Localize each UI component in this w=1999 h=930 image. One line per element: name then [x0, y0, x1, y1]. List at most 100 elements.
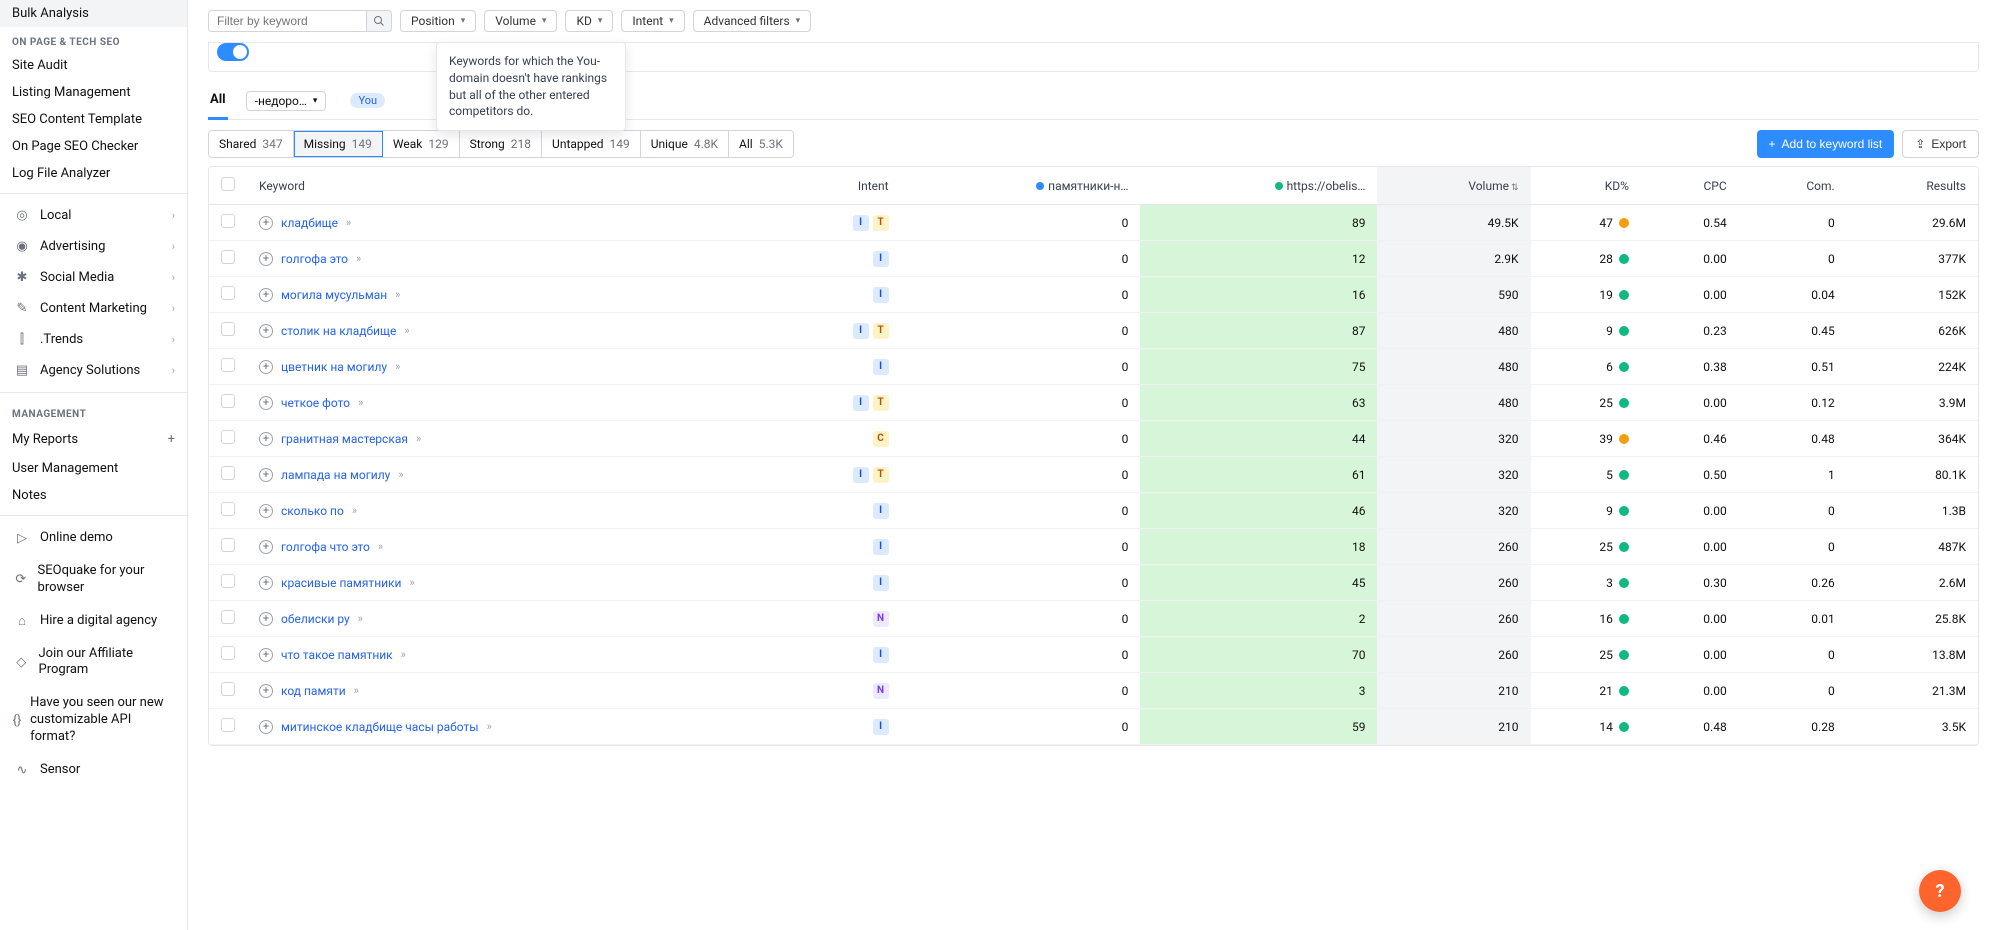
keyword-link[interactable]: столик на кладбище	[281, 324, 396, 338]
col-kd[interactable]: KD%	[1531, 167, 1641, 205]
row-checkbox[interactable]	[221, 682, 235, 696]
domain-selector[interactable]: -недоро… ▾	[246, 91, 327, 111]
sidebar-item-notes[interactable]: Notes	[0, 482, 187, 509]
sidebar-item-my-reports[interactable]: My Reports +	[0, 424, 187, 455]
sidebar-footer-item[interactable]: ∿Sensor	[0, 754, 187, 787]
expand-keyword-button[interactable]: +	[259, 684, 273, 698]
row-checkbox[interactable]	[221, 430, 235, 444]
sidebar-item-log-analyzer[interactable]: Log File Analyzer	[0, 160, 187, 187]
export-button[interactable]: ⇪ Export	[1902, 130, 1979, 158]
expand-keyword-button[interactable]: +	[259, 504, 273, 518]
sidebar-item-content-marketing[interactable]: ✎Content Marketing›	[0, 293, 187, 324]
row-checkbox[interactable]	[221, 394, 235, 408]
kd-value: 25	[1599, 648, 1613, 662]
filter-pill-intent[interactable]: Intent▾	[621, 10, 684, 32]
segment-strong[interactable]: Strong218	[460, 131, 542, 157]
sidebar-item-user-mgmt[interactable]: User Management	[0, 455, 187, 482]
row-checkbox[interactable]	[221, 358, 235, 372]
filter-pill-advanced-filters[interactable]: Advanced filters▾	[693, 10, 812, 32]
segment-missing[interactable]: Missing149	[294, 131, 383, 157]
expand-keyword-button[interactable]: +	[259, 576, 273, 590]
keyword-link[interactable]: красивые памятники	[281, 576, 401, 590]
row-checkbox[interactable]	[221, 718, 235, 732]
expand-keyword-button[interactable]: +	[259, 252, 273, 266]
sidebar-footer-item[interactable]: ◇Join our Affiliate Program	[0, 638, 187, 688]
expand-keyword-button[interactable]: +	[259, 540, 273, 554]
row-checkbox[interactable]	[221, 250, 235, 264]
sidebar-footer-item[interactable]: ⌂Hire a digital agency	[0, 605, 187, 638]
expand-keyword-button[interactable]: +	[259, 720, 273, 734]
expand-keyword-button[interactable]: +	[259, 288, 273, 302]
keyword-link[interactable]: кладбище	[281, 216, 338, 230]
row-checkbox[interactable]	[221, 502, 235, 516]
segment-shared[interactable]: Shared347	[209, 131, 294, 157]
keyword-link[interactable]: цветник на могилу	[281, 360, 387, 374]
sidebar-item-social-media[interactable]: ✱Social Media›	[0, 262, 187, 293]
segment-untapped[interactable]: Untapped149	[542, 131, 641, 157]
comp1-dot-icon	[1036, 182, 1044, 190]
row-checkbox[interactable]	[221, 538, 235, 552]
expand-keyword-button[interactable]: +	[259, 612, 273, 626]
keyword-link[interactable]: могила мусульман	[281, 288, 387, 302]
row-checkbox[interactable]	[221, 646, 235, 660]
sidebar-item-seo-template[interactable]: SEO Content Template	[0, 106, 187, 133]
col-results[interactable]: Results	[1847, 167, 1978, 205]
col-keyword[interactable]: Keyword	[247, 167, 777, 205]
kd-cell: 21	[1543, 684, 1629, 698]
expand-keyword-button[interactable]: +	[259, 324, 273, 338]
keyword-link[interactable]: лампада на могилу	[281, 468, 390, 482]
expand-keyword-button[interactable]: +	[259, 648, 273, 662]
keyword-link[interactable]: четкое фото	[281, 396, 350, 410]
sidebar-item-site-audit[interactable]: Site Audit	[0, 52, 187, 79]
expand-keyword-button[interactable]: +	[259, 432, 273, 446]
row-checkbox[interactable]	[221, 466, 235, 480]
segment-all[interactable]: All5.3K	[729, 131, 793, 157]
row-checkbox[interactable]	[221, 322, 235, 336]
col-com[interactable]: Com.	[1739, 167, 1847, 205]
keyword-link[interactable]: обелиски ру	[281, 612, 350, 626]
filter-pill-volume[interactable]: Volume▾	[484, 10, 557, 32]
keyword-link[interactable]: голгофа это	[281, 252, 348, 266]
filter-pill-position[interactable]: Position▾	[400, 10, 476, 32]
sidebar-footer-item[interactable]: ▷Online demo	[0, 522, 187, 555]
filter-keyword-input[interactable]	[208, 10, 366, 32]
add-report-icon[interactable]: +	[168, 432, 175, 447]
col-intent[interactable]: Intent	[777, 167, 901, 205]
col-comp1[interactable]: памятники-н…	[901, 167, 1141, 205]
keyword-link[interactable]: код памяти	[281, 684, 346, 698]
sidebar-item-agency-solutions[interactable]: ▤Agency Solutions›	[0, 355, 187, 386]
expand-keyword-button[interactable]: +	[259, 216, 273, 230]
col-comp2[interactable]: https://obelis…	[1140, 167, 1377, 205]
sidebar-item-bulk-analysis[interactable]: Bulk Analysis	[0, 0, 187, 27]
sidebar-item-local[interactable]: ◎Local›	[0, 200, 187, 231]
help-fab-button[interactable]: ?	[1919, 870, 1961, 912]
sidebar-item-onpage-checker[interactable]: On Page SEO Checker	[0, 133, 187, 160]
row-checkbox[interactable]	[221, 286, 235, 300]
panel-toggle[interactable]	[217, 43, 249, 61]
filter-pill-kd[interactable]: KD▾	[565, 10, 613, 32]
row-checkbox[interactable]	[221, 574, 235, 588]
select-all-checkbox[interactable]	[221, 177, 235, 191]
sidebar-item--trends[interactable]: ⫿.Trends›	[0, 324, 187, 355]
expand-keyword-button[interactable]: +	[259, 360, 273, 374]
add-to-keyword-list-button[interactable]: + Add to keyword list	[1757, 130, 1895, 158]
row-checkbox[interactable]	[221, 610, 235, 624]
keyword-link[interactable]: гранитная мастерская	[281, 432, 408, 446]
expand-keyword-button[interactable]: +	[259, 396, 273, 410]
expand-keyword-button[interactable]: +	[259, 468, 273, 482]
sidebar-item-advertising[interactable]: ◉Advertising›	[0, 231, 187, 262]
keyword-link[interactable]: сколько по	[281, 504, 344, 518]
keyword-link[interactable]: митинское кладбище часы работы	[281, 720, 479, 734]
segment-unique[interactable]: Unique4.8K	[641, 131, 729, 157]
col-volume[interactable]: Volume⇅	[1377, 167, 1530, 205]
tab-all[interactable]: All	[208, 82, 228, 120]
segment-weak[interactable]: Weak129	[383, 131, 460, 157]
sidebar-footer-item[interactable]: ⟳SEOquake for your browser	[0, 555, 187, 605]
col-cpc[interactable]: CPC	[1641, 167, 1739, 205]
sidebar-item-listing[interactable]: Listing Management	[0, 79, 187, 106]
filter-search-button[interactable]	[366, 10, 392, 32]
sidebar-footer-item[interactable]: {}Have you seen our new customizable API…	[0, 687, 187, 754]
keyword-link[interactable]: голгофа что это	[281, 540, 370, 554]
row-checkbox[interactable]	[221, 214, 235, 228]
keyword-link[interactable]: что такое памятник	[281, 648, 393, 662]
